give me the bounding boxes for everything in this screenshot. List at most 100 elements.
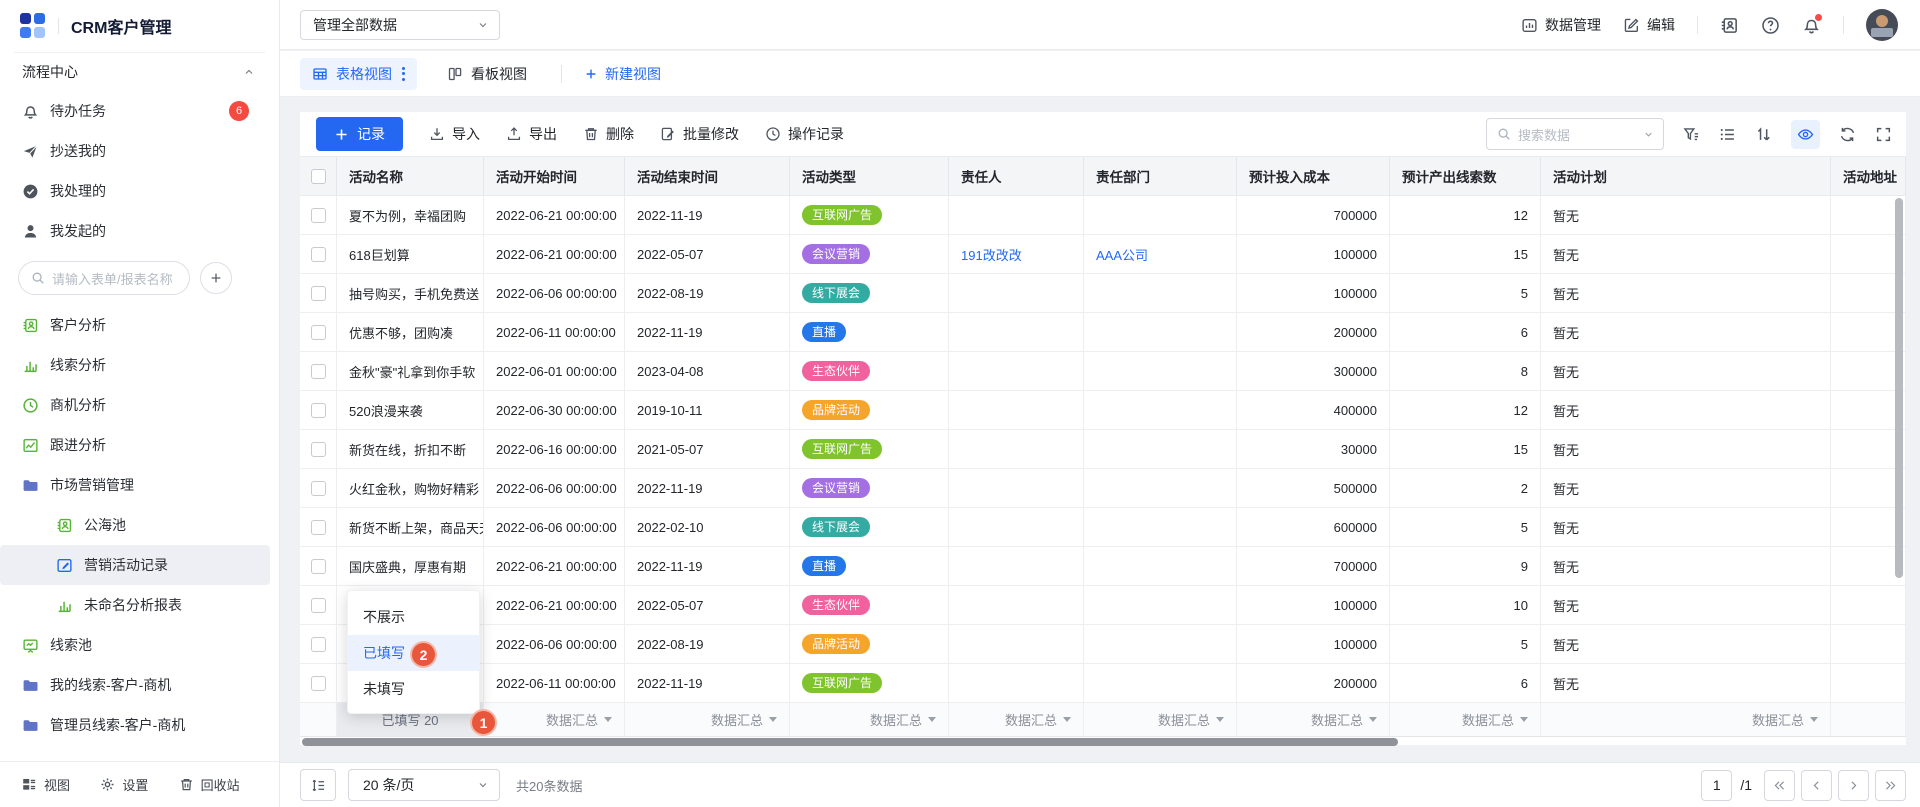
row-checkbox[interactable] — [311, 208, 326, 223]
tab-kanban-view[interactable]: 看板视图 — [435, 58, 539, 90]
header-cell-owner[interactable]: 责任人 — [949, 157, 1084, 195]
header-cell-dept[interactable]: 责任部门 — [1084, 157, 1237, 195]
new-view-button[interactable]: 新建视图 — [584, 64, 661, 84]
header-cell-cost[interactable]: 预计投入成本 — [1237, 157, 1390, 195]
table-row[interactable]: 国庆盛典，厚惠有期2022-06-21 00:00:002022-11-19直播… — [300, 547, 1906, 586]
add-form-button[interactable] — [200, 262, 232, 294]
import-button[interactable]: 导入 — [429, 124, 480, 144]
sidebar-item-todo-tasks[interactable]: 待办任务 6 — [0, 91, 279, 131]
summary-cell-end[interactable]: 数据汇总 — [625, 703, 790, 736]
horizontal-scrollbar[interactable] — [302, 738, 1398, 746]
header-cell-type[interactable]: 活动类型 — [790, 157, 949, 195]
table-row[interactable]: 新货不断上架，商品天天2022-06-06 00:00:002022-02-10… — [300, 508, 1906, 547]
row-checkbox[interactable] — [311, 364, 326, 379]
table-row[interactable]: 618巨划算2022-06-21 00:00:002022-05-07会议营销1… — [300, 235, 1906, 274]
header-cell-plan[interactable]: 活动计划 — [1541, 157, 1831, 195]
add-record-button[interactable]: 记录 — [316, 117, 403, 151]
fullscreen-icon[interactable] — [1875, 126, 1892, 143]
data-scope-select[interactable]: 管理全部数据 — [300, 10, 500, 40]
sidebar-item-customer-analysis[interactable]: 客户分析 — [0, 305, 279, 345]
user-avatar[interactable] — [1866, 9, 1898, 41]
sidebar-search-input[interactable]: 请输入表单/报表名称 — [18, 261, 190, 295]
sidebar-item-public-sea-pool[interactable]: 公海池 — [0, 505, 279, 545]
footer-recycle-bin-button[interactable]: 回收站 — [179, 775, 257, 794]
table-row[interactable]: 优惠不够，团购凑2022-06-11 00:00:002022-11-19直播2… — [300, 313, 1906, 352]
bullet-list-icon[interactable] — [1719, 126, 1736, 143]
sidebar-item-followup-analysis[interactable]: 跟进分析 — [0, 425, 279, 465]
sidebar-item-marketing-activity-records[interactable]: 营销活动记录 — [0, 545, 270, 585]
sidebar-item-lead-pool[interactable]: 线索池 — [0, 625, 279, 665]
table-row[interactable]: 夏不为例，幸福团购2022-06-21 00:00:002022-11-19互联… — [300, 196, 1906, 235]
prev-page-button[interactable] — [1801, 770, 1832, 801]
page-size-select[interactable]: 20 条/页 — [348, 769, 500, 801]
table-row[interactable]: 火红金秋，购物好精彩2022-06-06 00:00:002022-11-19会… — [300, 469, 1906, 508]
delete-button[interactable]: 删除 — [583, 124, 634, 144]
edit-button[interactable]: 编辑 — [1623, 15, 1675, 35]
filter-icon[interactable] — [1683, 126, 1700, 143]
sidebar-item-admin-leads-customers-opportunities[interactable]: 管理员线索-客户-商机 — [0, 705, 279, 745]
notifications-bell-icon[interactable] — [1802, 16, 1821, 35]
row-checkbox[interactable] — [311, 325, 326, 340]
next-page-button[interactable] — [1838, 770, 1869, 801]
refresh-icon[interactable] — [1839, 126, 1856, 143]
row-checkbox[interactable] — [311, 481, 326, 496]
vertical-scrollbar[interactable] — [1895, 198, 1903, 578]
sidebar-section-process-center[interactable]: 流程中心 — [0, 53, 279, 91]
sidebar-item-lead-analysis[interactable]: 线索分析 — [0, 345, 279, 385]
header-cell-end[interactable]: 活动结束时间 — [625, 157, 790, 195]
operation-log-button[interactable]: 操作记录 — [765, 124, 844, 144]
row-checkbox[interactable] — [311, 442, 326, 457]
row-checkbox[interactable] — [311, 676, 326, 691]
header-cell-address[interactable]: 活动地址 — [1831, 157, 1906, 195]
row-checkbox[interactable] — [311, 247, 326, 262]
popup-item-hide[interactable]: 不展示 — [348, 599, 479, 635]
current-page-input[interactable]: 1 — [1701, 770, 1732, 801]
footer-views-button[interactable]: 视图 — [22, 775, 100, 794]
sidebar-item-marketing-management[interactable]: 市场营销管理 — [0, 465, 279, 505]
dept-link[interactable]: AAA公司 — [1096, 245, 1148, 264]
help-icon[interactable] — [1761, 16, 1780, 35]
sidebar-item-opportunity-analysis[interactable]: 商机分析 — [0, 385, 279, 425]
visibility-eye-icon[interactable] — [1791, 120, 1820, 149]
row-checkbox[interactable] — [311, 403, 326, 418]
sidebar-item-unnamed-analysis-report[interactable]: 未命名分析报表 — [0, 585, 279, 625]
sidebar-item-processed-by-me[interactable]: 我处理的 — [0, 171, 279, 211]
address-book-icon[interactable] — [1720, 16, 1739, 35]
header-cell-start[interactable]: 活动开始时间 — [484, 157, 625, 195]
table-row[interactable]: 新货在线，折扣不断2022-06-16 00:00:002021-05-07互联… — [300, 430, 1906, 469]
summary-cell-type[interactable]: 数据汇总 — [790, 703, 949, 736]
row-checkbox[interactable] — [311, 637, 326, 652]
table-search-input[interactable]: 搜索数据 — [1486, 118, 1664, 150]
sort-icon[interactable] — [1755, 126, 1772, 143]
row-height-button[interactable] — [300, 769, 336, 801]
sidebar-item-cc-to-me[interactable]: 抄送我的 — [0, 131, 279, 171]
header-cell-name[interactable]: 活动名称 — [337, 157, 484, 195]
table-row[interactable]: 金秋"豪"礼拿到你手软2022-06-01 00:00:002023-04-08… — [300, 352, 1906, 391]
summary-cell-cost[interactable]: 数据汇总 — [1237, 703, 1390, 736]
row-checkbox[interactable] — [311, 598, 326, 613]
more-vertical-icon[interactable] — [402, 67, 405, 81]
last-page-button[interactable] — [1875, 770, 1906, 801]
tab-table-view[interactable]: 表格视图 — [300, 58, 417, 90]
sidebar-item-initiated-by-me[interactable]: 我发起的 — [0, 211, 279, 251]
summary-cell-start[interactable]: 数据汇总 — [484, 703, 625, 736]
summary-cell-dept[interactable]: 数据汇总 — [1084, 703, 1237, 736]
table-row[interactable]: 2022-06-21 00:00:002022-05-07生态伙伴1000001… — [300, 586, 1906, 625]
footer-settings-button[interactable]: 设置 — [100, 775, 178, 794]
select-all-checkbox[interactable] — [311, 169, 326, 184]
sidebar-item-my-leads-customers-opportunities[interactable]: 我的线索-客户-商机 — [0, 665, 279, 705]
owner-link[interactable]: 191改改改 — [961, 245, 1022, 264]
table-row[interactable]: 抽号购买，手机免费送2022-06-06 00:00:002022-08-19线… — [300, 274, 1906, 313]
export-button[interactable]: 导出 — [506, 124, 557, 144]
table-row[interactable]: 2022-06-06 00:00:002022-08-19品牌活动1000005… — [300, 625, 1906, 664]
row-checkbox[interactable] — [311, 520, 326, 535]
batch-edit-button[interactable]: 批量修改 — [660, 124, 739, 144]
summary-cell-plan[interactable]: 数据汇总 — [1541, 703, 1831, 736]
table-row[interactable]: 520浪漫来袭2022-06-30 00:00:002019-10-11品牌活动… — [300, 391, 1906, 430]
summary-cell-leads[interactable]: 数据汇总 — [1390, 703, 1541, 736]
summary-cell-address[interactable] — [1831, 703, 1906, 736]
row-checkbox[interactable] — [311, 559, 326, 574]
summary-cell-owner[interactable]: 数据汇总 — [949, 703, 1084, 736]
popup-item-unfilled[interactable]: 未填写 — [348, 671, 479, 707]
first-page-button[interactable] — [1764, 770, 1795, 801]
